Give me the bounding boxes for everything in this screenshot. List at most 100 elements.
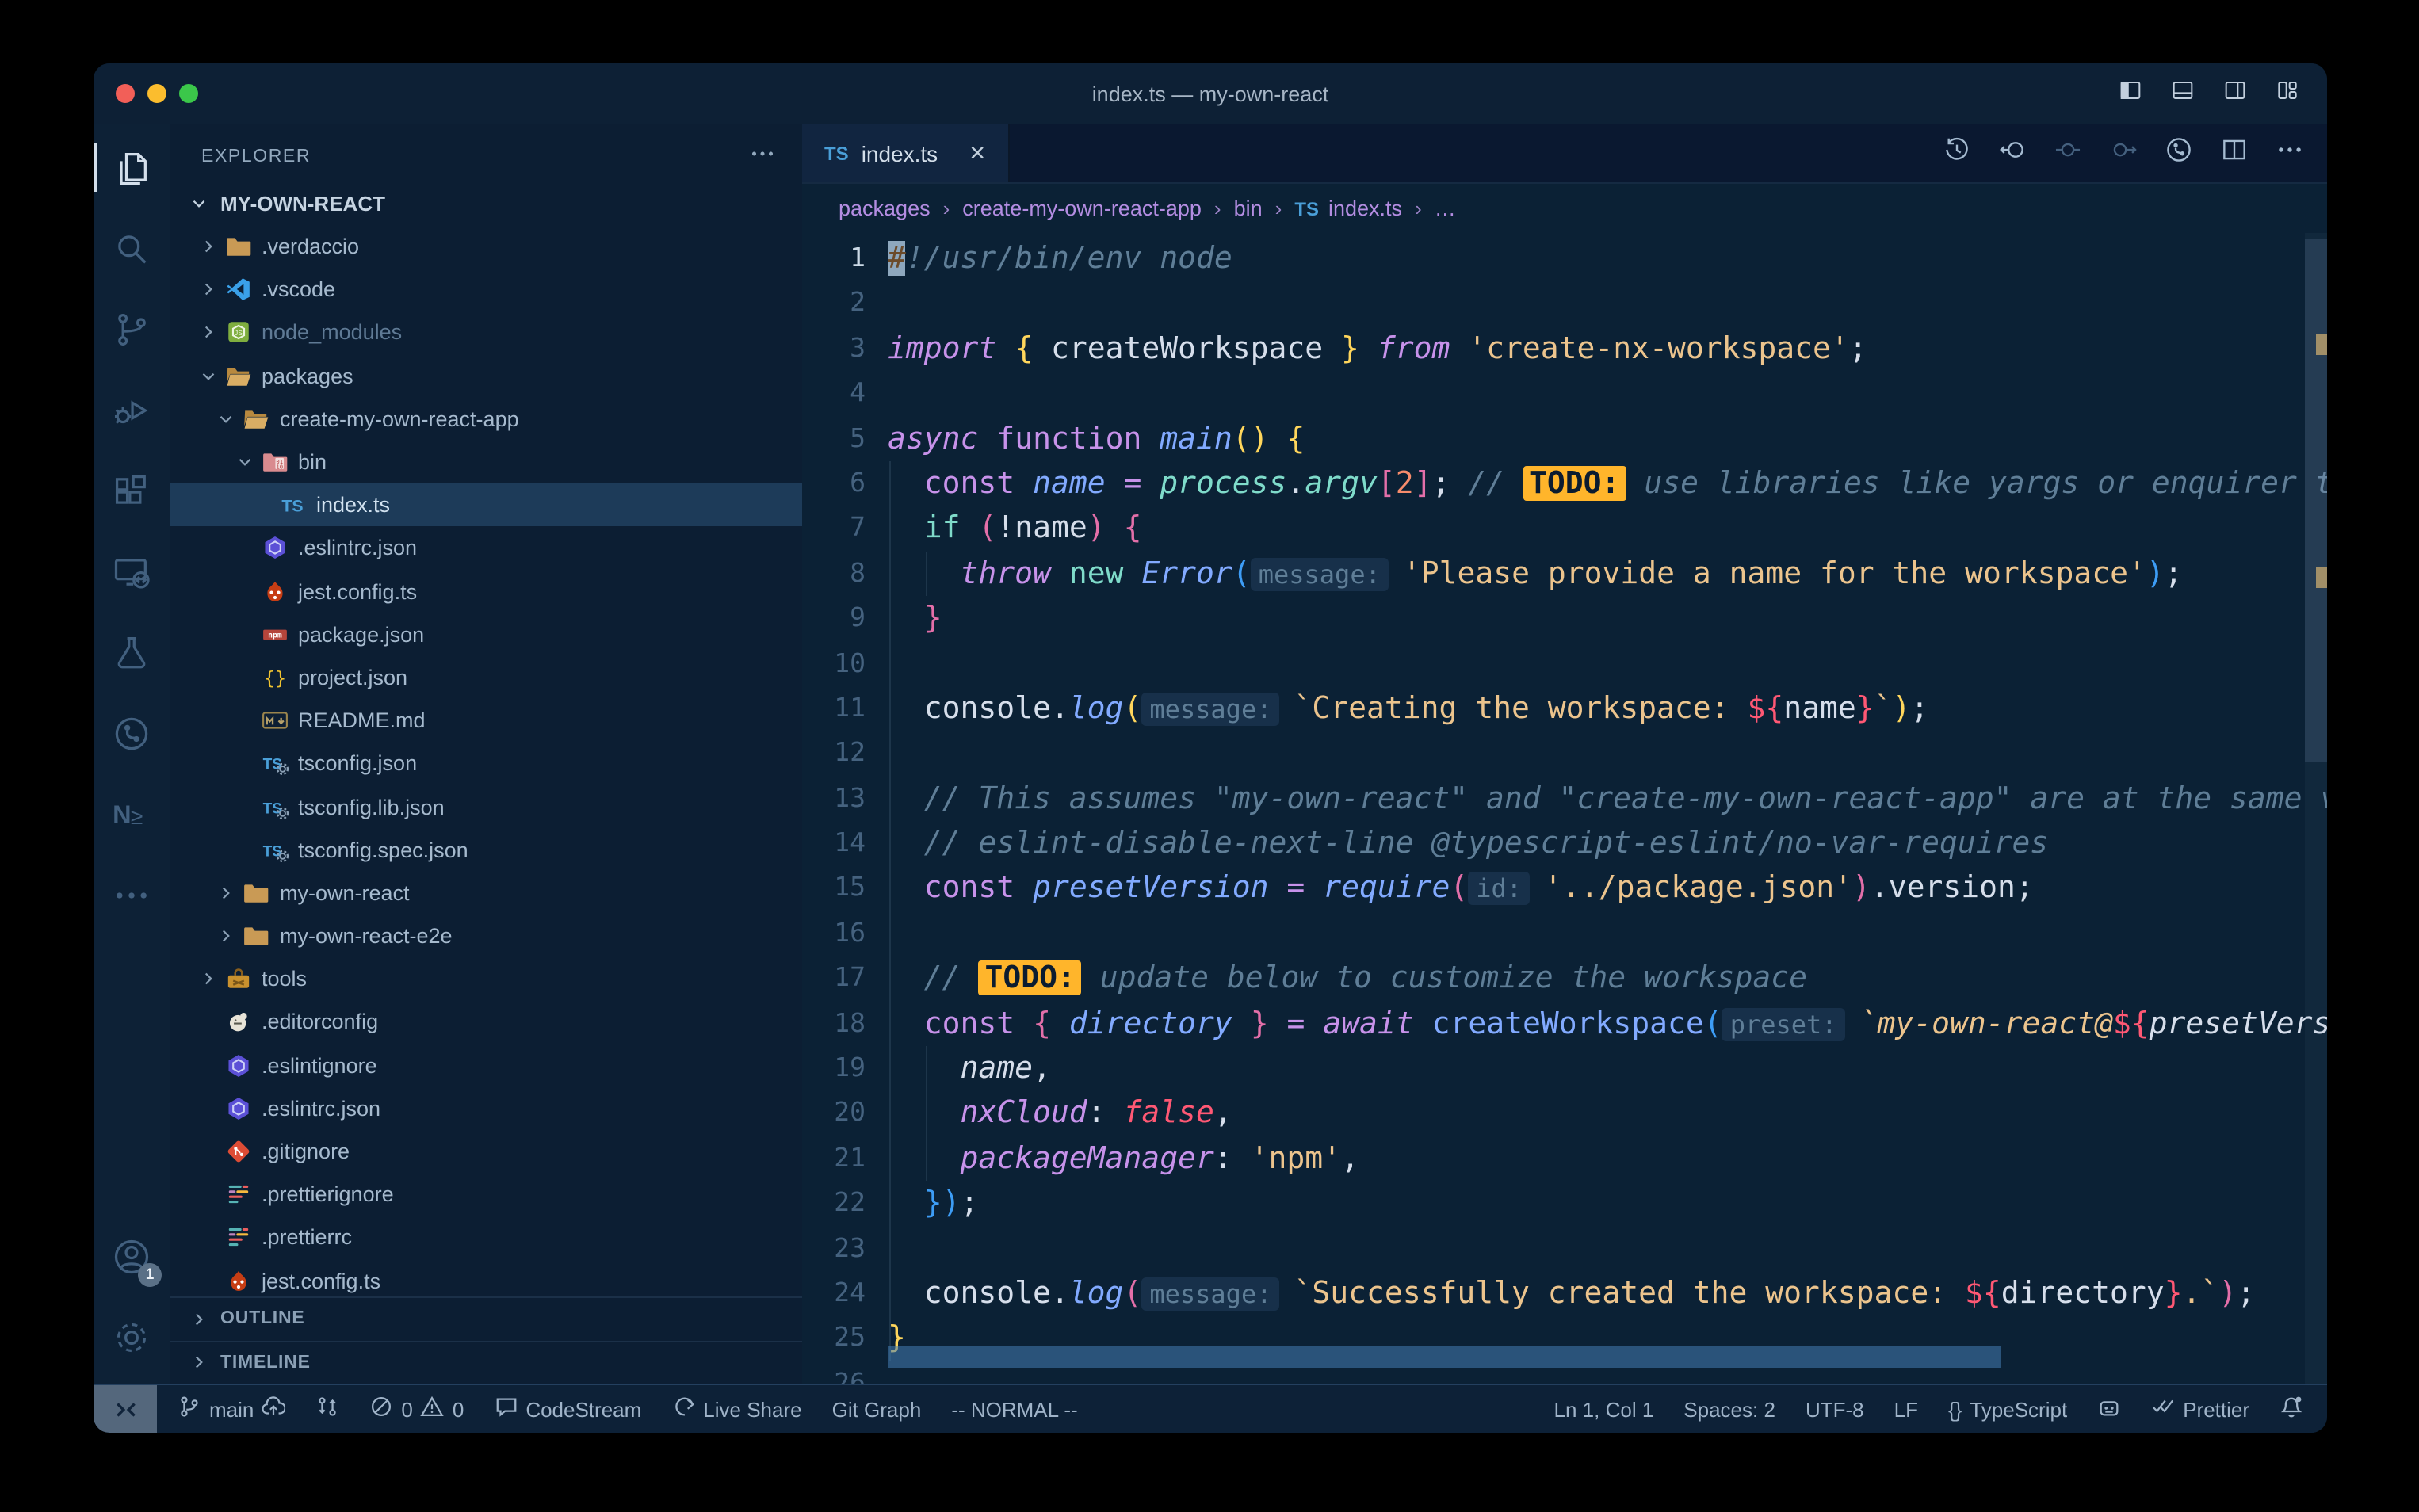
tree-item-project.json[interactable]: {}project.json bbox=[170, 656, 802, 699]
status-cursor-position[interactable]: Ln 1, Col 1 bbox=[1554, 1397, 1654, 1421]
timeline-history-icon[interactable] bbox=[1942, 134, 1972, 172]
token: { bbox=[1286, 421, 1305, 456]
tree-item-.vscode[interactable]: .vscode bbox=[170, 268, 802, 311]
more-actions-icon[interactable] bbox=[2275, 134, 2305, 172]
status-language[interactable]: {}TypeScript bbox=[1948, 1397, 2067, 1421]
tree-item-my-own-react-e2e[interactable]: my-own-react-e2e bbox=[170, 914, 802, 957]
breadcrumb-item-create-my-own-react-app[interactable]: create-my-own-react-app bbox=[962, 197, 1202, 220]
activity-settings[interactable] bbox=[94, 1296, 170, 1377]
tree-item-tools[interactable]: tools bbox=[170, 957, 802, 1000]
tree-item-.eslintrc.json[interactable]: .eslintrc.json bbox=[170, 1087, 802, 1130]
status-problems[interactable]: 00 bbox=[369, 1395, 464, 1423]
tree-item-package.json[interactable]: npmpackage.json bbox=[170, 613, 802, 655]
vertical-scrollbar-slider[interactable] bbox=[2305, 239, 2327, 762]
status-hub[interactable] bbox=[2097, 1395, 2121, 1423]
tab-index.ts[interactable]: TSindex.ts× bbox=[802, 124, 1009, 182]
git-graph-view-icon[interactable] bbox=[2164, 134, 2194, 172]
activity-gitlens[interactable] bbox=[94, 693, 170, 773]
ts-file-icon: TS bbox=[1294, 197, 1319, 220]
explorer-more-actions-icon[interactable] bbox=[748, 139, 777, 173]
token: () bbox=[1232, 421, 1269, 456]
tree-item-my-own-react[interactable]: my-own-react bbox=[170, 872, 802, 914]
remote-indicator[interactable] bbox=[94, 1385, 157, 1433]
activity-more-views[interactable] bbox=[94, 854, 170, 935]
tree-item-node_modules[interactable]: JSnode_modules bbox=[170, 311, 802, 354]
status-codestream[interactable]: CodeStream bbox=[494, 1395, 641, 1423]
status-indentation[interactable]: Spaces: 2 bbox=[1683, 1397, 1775, 1421]
tree-item-README.md[interactable]: README.md bbox=[170, 699, 802, 742]
tree-item-tsconfig.lib.json[interactable]: TStsconfig.lib.json bbox=[170, 785, 802, 828]
breadcrumb-label: index.ts bbox=[1328, 197, 1402, 220]
status-vim-mode[interactable]: -- NORMAL -- bbox=[951, 1397, 1077, 1421]
tree-item-.eslintignore[interactable]: .eslintignore bbox=[170, 1044, 802, 1086]
tree-root-my-own-react[interactable]: MY-OWN-REACT bbox=[170, 182, 802, 225]
status-notifications[interactable] bbox=[2280, 1395, 2303, 1423]
split-editor-icon[interactable] bbox=[2219, 134, 2249, 172]
status-encoding[interactable]: UTF-8 bbox=[1806, 1397, 1864, 1421]
activity-run-debug[interactable] bbox=[94, 369, 170, 450]
navigate-back-icon[interactable] bbox=[1997, 134, 2027, 172]
activity-extensions[interactable] bbox=[94, 450, 170, 531]
tree-item-packages[interactable]: packages bbox=[170, 354, 802, 397]
tree-item-.prettierignore[interactable]: .prettierignore bbox=[170, 1173, 802, 1216]
status-git-branch[interactable]: main bbox=[178, 1395, 285, 1423]
close-window-button[interactable] bbox=[116, 84, 135, 103]
svg-text:TS: TS bbox=[262, 800, 281, 817]
git-compare-icon bbox=[315, 1395, 339, 1423]
tree-item-jest.config.ts[interactable]: jest.config.ts bbox=[170, 570, 802, 613]
section-timeline[interactable]: TIMELINE bbox=[170, 1340, 802, 1384]
tree-item-.eslintrc.json[interactable]: .eslintrc.json bbox=[170, 527, 802, 570]
code-line-3: import { createWorkspace } from 'create-… bbox=[888, 326, 2327, 372]
tree-item-.editorconfig[interactable]: .editorconfig bbox=[170, 1001, 802, 1044]
activity-remote-explorer[interactable] bbox=[94, 531, 170, 612]
toggle-sidebar-icon[interactable] bbox=[2116, 77, 2145, 110]
activity-testing[interactable] bbox=[94, 612, 170, 693]
toggle-panel-icon[interactable] bbox=[2169, 77, 2197, 110]
token: false bbox=[1123, 1096, 1213, 1131]
section-outline[interactable]: OUTLINE bbox=[170, 1296, 802, 1340]
tree-item-tsconfig.json[interactable]: TStsconfig.json bbox=[170, 743, 802, 785]
activity-source-control[interactable] bbox=[94, 288, 170, 369]
vertical-scrollbar[interactable] bbox=[2305, 233, 2327, 1384]
breadcrumb-item-packages[interactable]: packages bbox=[839, 197, 931, 220]
status-text: main bbox=[209, 1397, 254, 1421]
tree-item-.verdaccio[interactable]: .verdaccio bbox=[170, 225, 802, 268]
token: function bbox=[996, 421, 1141, 456]
activity-search[interactable] bbox=[94, 208, 170, 288]
horizontal-scrollbar-slider[interactable] bbox=[888, 1346, 2001, 1368]
tree-item-tsconfig.spec.json[interactable]: TStsconfig.spec.json bbox=[170, 828, 802, 871]
token: { bbox=[1124, 511, 1142, 546]
navigate-neutral-icon[interactable] bbox=[2053, 134, 2083, 172]
token bbox=[1414, 1006, 1432, 1040]
tree-item-.gitignore[interactable]: .gitignore bbox=[170, 1130, 802, 1173]
status-eol[interactable]: LF bbox=[1894, 1397, 1918, 1421]
layout-controls bbox=[2116, 77, 2327, 110]
status-live-share[interactable]: Live Share bbox=[671, 1395, 801, 1423]
status-prettier[interactable]: Prettier bbox=[2151, 1395, 2249, 1423]
status-git-graph[interactable]: Git Graph bbox=[832, 1397, 922, 1421]
activity-explorer[interactable] bbox=[94, 127, 170, 208]
tree-item-bin[interactable]: 0110bin bbox=[170, 441, 802, 483]
activity-nx-console[interactable]: N≥ bbox=[94, 773, 170, 854]
tree-item-index.ts[interactable]: TSindex.ts bbox=[170, 483, 802, 526]
tree-item-.prettierrc[interactable]: .prettierrc bbox=[170, 1216, 802, 1259]
tree-item-jest.config.ts[interactable]: jest.config.ts bbox=[170, 1259, 802, 1296]
workbench: N≥ 1 EXPLORER MY-OWN-REACT .verdaccio.vs… bbox=[94, 124, 2327, 1384]
breadcrumb-item-bin[interactable]: bin bbox=[1234, 197, 1263, 220]
customize-layout-icon[interactable] bbox=[2273, 77, 2302, 110]
token: 2 bbox=[1396, 466, 1414, 501]
breadcrumb-item-index.ts[interactable]: TS index.ts bbox=[1294, 197, 1402, 220]
status-git-compare[interactable] bbox=[315, 1395, 339, 1423]
activity-accounts[interactable]: 1 bbox=[94, 1216, 170, 1296]
no-chevron bbox=[195, 1052, 220, 1078]
navigate-forward-icon[interactable] bbox=[2108, 134, 2138, 172]
tree-item-create-my-own-react-app[interactable]: create-my-own-react-app bbox=[170, 398, 802, 441]
code-editor[interactable]: 1234567891011121314151617181920212223242… bbox=[802, 233, 2327, 1384]
close-icon[interactable]: × bbox=[969, 137, 985, 169]
svg-text:≥: ≥ bbox=[131, 804, 143, 828]
minimize-window-button[interactable] bbox=[147, 84, 166, 103]
indent-guide bbox=[925, 552, 927, 597]
breadcrumb-item-…[interactable]: … bbox=[1435, 197, 1456, 220]
zoom-window-button[interactable] bbox=[179, 84, 198, 103]
toggle-secondary-sidebar-icon[interactable] bbox=[2221, 77, 2249, 110]
